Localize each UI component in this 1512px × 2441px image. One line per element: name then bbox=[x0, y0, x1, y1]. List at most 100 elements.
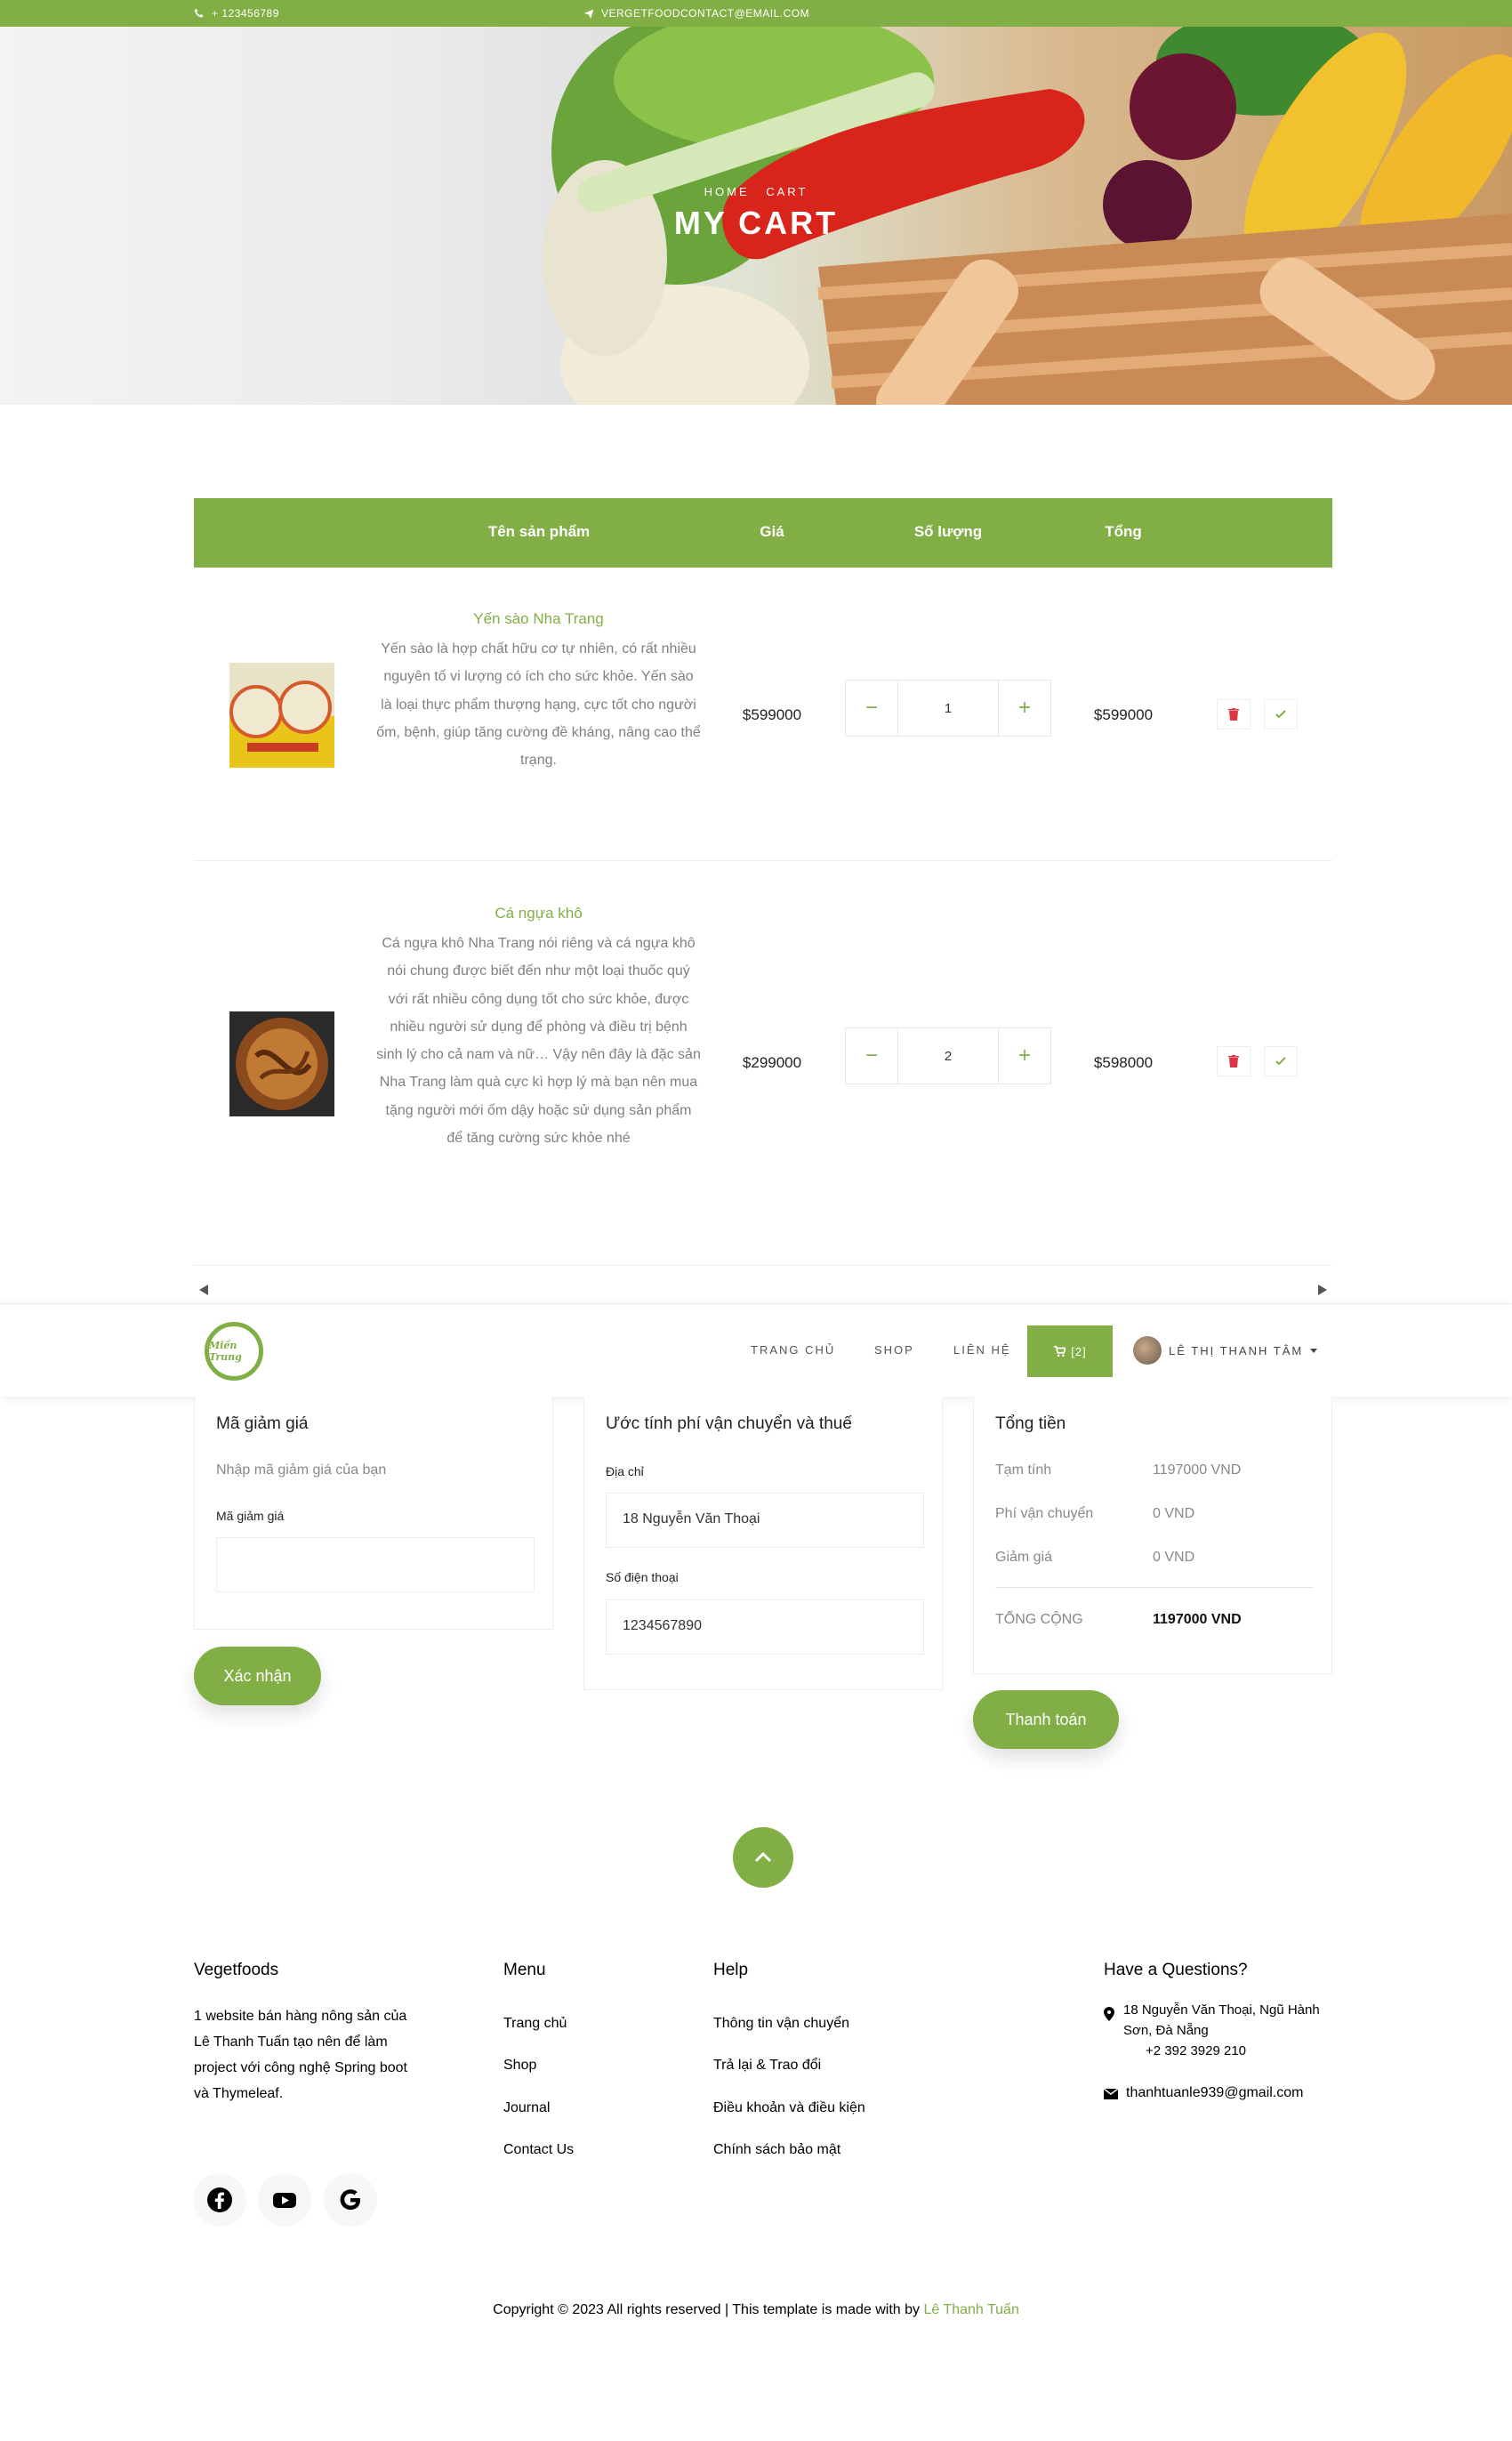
footer-help-link[interactable]: Điều khoản và điều kiện bbox=[713, 2100, 865, 2116]
footer-menu-link[interactable]: Trang chủ bbox=[503, 2016, 567, 2032]
topbar-phone-text: + 123456789 bbox=[212, 7, 279, 20]
breadcrumb-current: CART bbox=[766, 185, 808, 198]
grand-total-value: 1197000 VND bbox=[1153, 1612, 1242, 1627]
update-item-button[interactable] bbox=[1264, 699, 1298, 729]
cart-row: Cá ngựa khô Cá ngựa khô Nha Trang nói ri… bbox=[194, 861, 1332, 1266]
nav-link-contact[interactable]: LIÊN HỆ bbox=[953, 1343, 1011, 1357]
chevron-down-icon bbox=[1310, 1348, 1318, 1353]
cart-icon bbox=[1054, 1345, 1066, 1357]
cart-count: [2] bbox=[1071, 1344, 1087, 1358]
topbar-phone: + 123456789 bbox=[194, 7, 279, 20]
cart-row: Yến sào Nha Trang Yến sào là hợp chất hữ… bbox=[194, 568, 1332, 861]
update-item-button[interactable] bbox=[1264, 1046, 1298, 1076]
nav-link-shop[interactable]: SHOP bbox=[874, 1343, 914, 1357]
address-input[interactable]: 18 Nguyễn Văn Thoại bbox=[606, 1493, 924, 1548]
nav-link-home[interactable]: TRANG CHỦ bbox=[751, 1343, 835, 1357]
header-quantity: Số lượng bbox=[913, 523, 983, 540]
author-link[interactable]: Lê Thanh Tuấn bbox=[923, 2302, 1018, 2317]
copyright-text: Copyright © 2023 All rights reserved | T… bbox=[493, 2302, 921, 2317]
subtotal-row: Tạm tính 1197000 VND bbox=[995, 1462, 1315, 1478]
footer-menu-title: Menu bbox=[503, 1961, 546, 1979]
top-contact-bar: + 123456789 VERGETFOODCONTACT@EMAIL.COM bbox=[0, 0, 1512, 27]
increase-quantity-button[interactable]: + bbox=[999, 1028, 1050, 1084]
check-icon bbox=[1275, 1057, 1286, 1066]
quantity-input[interactable]: 1 bbox=[897, 681, 999, 736]
phone-label: Số điện thoại bbox=[606, 1570, 679, 1584]
row-total: $599000 bbox=[1093, 706, 1154, 723]
coupon-box: Mã giảm giá Nhập mã giảm giá của bạn Mã … bbox=[194, 1397, 553, 1630]
site-logo[interactable]: Miền Trung bbox=[205, 1322, 263, 1381]
discount-label: Giảm giá bbox=[995, 1550, 1053, 1565]
product-description: Yến sào là hợp chất hữu cơ tự nhiên, có … bbox=[376, 641, 701, 769]
user-menu[interactable]: LÊ THỊ THANH TÂM bbox=[1133, 1336, 1318, 1365]
facebook-icon bbox=[207, 2187, 232, 2212]
phone-input[interactable]: 1234567890 bbox=[606, 1599, 924, 1655]
address-label: Địa chỉ bbox=[606, 1464, 644, 1478]
google-link[interactable] bbox=[324, 2173, 377, 2227]
footer-email[interactable]: thanhtuanle939@gmail.com bbox=[1126, 2085, 1303, 2101]
footer-brand-text: 1 website bán hàng nông sản của Lê Thanh… bbox=[194, 2009, 407, 2101]
footer-help-link[interactable]: Trả lại & Trao đổi bbox=[713, 2058, 821, 2074]
product-name[interactable]: Cá ngựa khô bbox=[376, 905, 701, 922]
nav-cart-button[interactable]: [2] bbox=[1027, 1325, 1113, 1377]
summary-divider bbox=[995, 1587, 1314, 1588]
subtotal-label: Tạm tính bbox=[995, 1462, 1052, 1478]
product-image bbox=[229, 663, 334, 768]
footer-menu-link[interactable]: Contact Us bbox=[503, 2142, 574, 2158]
check-icon bbox=[1275, 710, 1286, 719]
header-price: Giá bbox=[760, 523, 784, 540]
grand-total-row: TỔNG CỘNG 1197000 VND bbox=[995, 1612, 1315, 1628]
table-horizontal-scrollbar[interactable] bbox=[194, 1277, 1332, 1304]
product-image bbox=[229, 1011, 334, 1116]
summary-title: Tổng tiền bbox=[995, 1414, 1066, 1433]
avatar bbox=[1133, 1336, 1162, 1365]
breadcrumb: HOME CART bbox=[0, 185, 1512, 198]
decrease-quantity-button[interactable]: − bbox=[846, 681, 897, 736]
discount-row: Giảm giá 0 VND bbox=[995, 1550, 1315, 1566]
scroll-right-arrow[interactable] bbox=[1318, 1285, 1327, 1295]
cart-table-header: Tên sản phẩm Giá Số lượng Tổng bbox=[194, 498, 1332, 568]
topbar-email: VERGETFOODCONTACT@EMAIL.COM bbox=[583, 7, 809, 20]
logo-text: Miền Trung bbox=[209, 1340, 242, 1363]
hero-banner: HOME CART MY CART bbox=[0, 27, 1512, 405]
youtube-link[interactable] bbox=[258, 2173, 311, 2227]
checkout-button[interactable]: Thanh toán bbox=[973, 1690, 1119, 1749]
delete-item-button[interactable] bbox=[1217, 699, 1251, 729]
facebook-link[interactable] bbox=[193, 2173, 246, 2227]
shipping-title: Ước tính phí vận chuyển và thuế bbox=[606, 1414, 852, 1433]
coupon-field-label: Mã giảm giá bbox=[216, 1509, 285, 1523]
youtube-icon bbox=[273, 2193, 296, 2208]
shipping-estimate-box: Ước tính phí vận chuyển và thuế Địa chỉ … bbox=[583, 1397, 943, 1690]
paper-plane-icon bbox=[583, 9, 594, 19]
page-title: MY CART bbox=[673, 205, 839, 241]
apply-coupon-button[interactable]: Xác nhận bbox=[194, 1647, 321, 1705]
chevron-up-icon bbox=[754, 1851, 772, 1863]
footer-brand-title: Vegetfoods bbox=[194, 1961, 279, 1979]
shipping-fee-row: Phí vận chuyển 0 VND bbox=[995, 1506, 1315, 1522]
discount-value: 0 VND bbox=[1153, 1550, 1195, 1565]
coupon-input[interactable] bbox=[216, 1537, 535, 1592]
footer-menu-link[interactable]: Shop bbox=[503, 2058, 536, 2074]
topbar-email-text: VERGETFOODCONTACT@EMAIL.COM bbox=[601, 7, 810, 20]
product-name[interactable]: Yến sào Nha Trang bbox=[376, 610, 701, 628]
increase-quantity-button[interactable]: + bbox=[999, 681, 1050, 736]
decrease-quantity-button[interactable]: − bbox=[846, 1028, 897, 1084]
back-to-top-button[interactable] bbox=[733, 1827, 793, 1888]
cart-total-box: Tổng tiền Tạm tính 1197000 VND Phí vận c… bbox=[973, 1397, 1332, 1674]
scroll-left-arrow[interactable] bbox=[199, 1285, 208, 1295]
footer-help-link[interactable]: Chính sách bảo mật bbox=[713, 2142, 840, 2158]
footer-help-title: Help bbox=[713, 1961, 749, 1979]
footer-contact-title: Have a Questions? bbox=[1104, 1961, 1248, 1979]
quantity-stepper: − 1 + bbox=[845, 680, 1051, 737]
footer-menu-link[interactable]: Journal bbox=[503, 2100, 550, 2116]
breadcrumb-home-link[interactable]: HOME bbox=[704, 185, 750, 198]
shipping-fee-value: 0 VND bbox=[1153, 1506, 1195, 1521]
quantity-input[interactable]: 2 bbox=[897, 1028, 999, 1084]
header-product: Tên sản phẩm bbox=[487, 523, 591, 540]
footer-phone[interactable]: +2 392 3929 210 bbox=[1146, 2041, 1246, 2061]
product-price: $299000 bbox=[742, 1054, 802, 1071]
phone-icon bbox=[194, 8, 204, 18]
footer-help-link[interactable]: Thông tin vận chuyển bbox=[713, 2016, 849, 2032]
copyright-line: Copyright © 2023 All rights reserved | T… bbox=[0, 2302, 1512, 2318]
delete-item-button[interactable] bbox=[1217, 1046, 1251, 1076]
